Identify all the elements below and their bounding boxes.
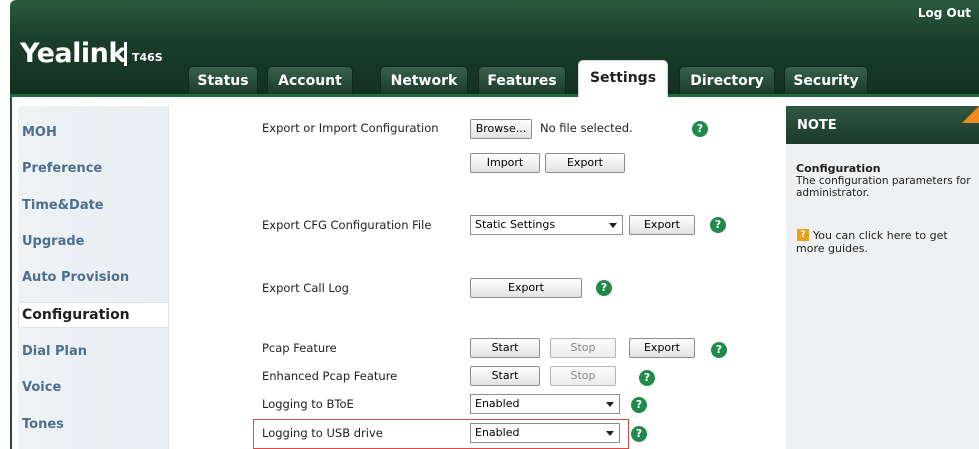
note-corner-flag	[962, 106, 979, 123]
note-description: The configuration parameters for adminis…	[796, 175, 971, 199]
export-cfg-label: Export CFG Configuration File	[262, 218, 432, 232]
sidebar-item-moh[interactable]: MOH	[22, 120, 57, 146]
logging-btoe-value: Enabled	[475, 397, 520, 410]
pcap-label: Pcap Feature	[262, 341, 337, 355]
cfg-type-value: Static Settings	[475, 218, 556, 231]
sidebar-item-configuration[interactable]: Configuration	[22, 302, 130, 328]
left-frame-border	[10, 97, 12, 449]
export-config-button[interactable]: Export	[545, 153, 625, 173]
question-book-icon: ?	[797, 229, 809, 241]
enhanced-pcap-start-button[interactable]: Start	[470, 366, 540, 386]
model-label: T46S	[132, 51, 163, 64]
file-status-text: No file selected.	[540, 121, 633, 135]
note-guide-link[interactable]: You can click here to get more guides.	[796, 229, 971, 255]
logo-separator	[124, 42, 127, 66]
pcap-export-button[interactable]: Export	[629, 338, 695, 358]
tab-features[interactable]: Features	[478, 66, 566, 94]
pcap-start-button[interactable]: Start	[470, 338, 540, 358]
browse-button[interactable]: Browse...	[470, 119, 532, 139]
help-icon[interactable]: ?	[631, 397, 647, 413]
usb-logging-highlight-box	[253, 419, 629, 449]
export-call-log-button[interactable]: Export	[470, 278, 582, 298]
help-icon[interactable]: ?	[710, 217, 726, 233]
help-icon[interactable]: ?	[596, 280, 612, 296]
sidebar-item-auto-provision[interactable]: Auto Provision	[22, 265, 129, 291]
sidebar-item-tones[interactable]: Tones	[22, 412, 64, 438]
export-import-label: Export or Import Configuration	[262, 121, 439, 135]
note-panel	[786, 106, 979, 449]
sidebar-item-dial-plan[interactable]: Dial Plan	[22, 339, 87, 365]
sidebar-item-time-date[interactable]: Time&Date	[22, 193, 104, 219]
export-cfg-button[interactable]: Export	[629, 215, 695, 235]
tab-settings[interactable]: Settings	[578, 60, 668, 97]
enhanced-pcap-stop-button[interactable]: Stop	[550, 366, 616, 386]
pcap-stop-button[interactable]: Stop	[550, 338, 616, 358]
enhanced-pcap-label: Enhanced Pcap Feature	[262, 369, 398, 383]
chevron-down-icon	[609, 223, 617, 228]
export-call-log-label: Export Call Log	[262, 281, 349, 295]
logging-btoe-label: Logging to BToE	[262, 397, 354, 411]
help-icon[interactable]: ?	[692, 121, 708, 137]
help-icon[interactable]: ?	[639, 370, 655, 386]
note-subtitle: Configuration	[796, 162, 881, 175]
help-icon[interactable]: ?	[631, 426, 647, 442]
import-button[interactable]: Import	[470, 153, 540, 173]
help-icon[interactable]: ?	[711, 342, 727, 358]
tab-security[interactable]: Security	[784, 66, 868, 94]
sidebar-item-upgrade[interactable]: Upgrade	[22, 229, 84, 255]
sidebar-item-preference[interactable]: Preference	[22, 156, 102, 182]
cfg-type-select[interactable]: Static Settings	[470, 215, 623, 235]
chevron-down-icon	[606, 402, 614, 407]
logging-btoe-select[interactable]: Enabled	[470, 394, 620, 414]
tab-network[interactable]: Network	[380, 66, 468, 94]
sidebar-item-voice[interactable]: Voice	[22, 375, 61, 401]
tab-directory[interactable]: Directory	[679, 66, 775, 94]
logout-link[interactable]: Log Out	[918, 6, 971, 20]
tab-account[interactable]: Account	[267, 66, 353, 94]
tab-status[interactable]: Status	[188, 66, 258, 94]
sidebar-divider	[168, 106, 169, 449]
note-title: NOTE	[797, 118, 837, 133]
yealink-logo: Yealink	[20, 38, 126, 69]
